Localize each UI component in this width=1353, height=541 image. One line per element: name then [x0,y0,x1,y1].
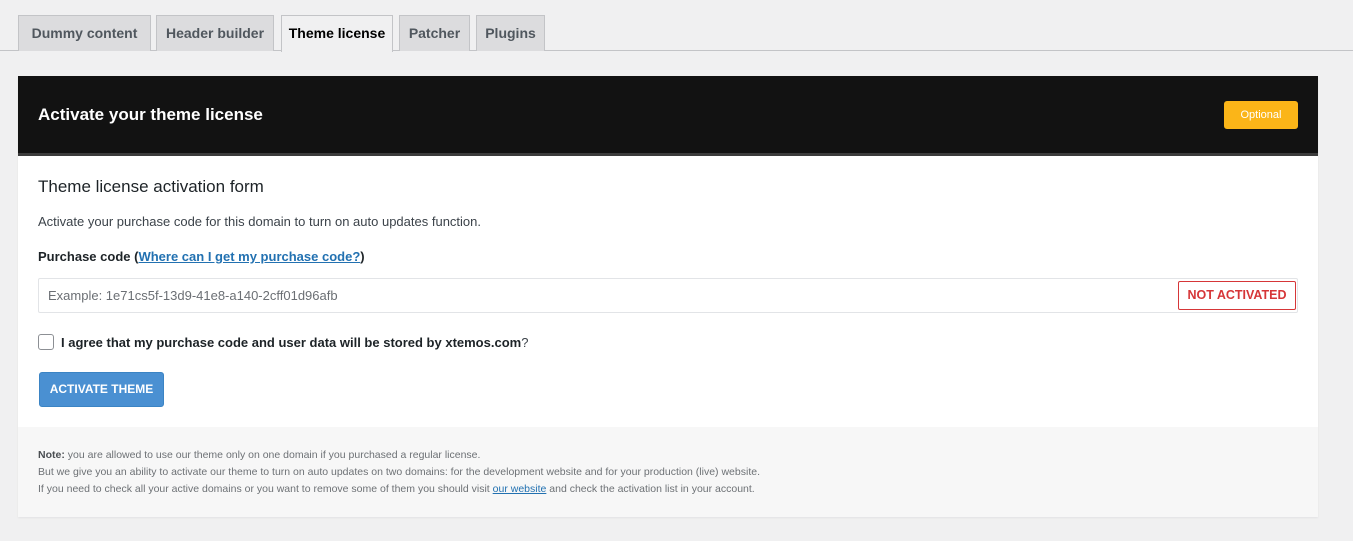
label-paren-close: ) [360,249,365,264]
note-line-3-before: If you need to check all your active dom… [38,483,493,495]
purchase-code-label-text: Purchase code [38,249,131,264]
note-line-2: But we give you an ability to activate o… [38,466,760,478]
form-description: Activate your purchase code for this dom… [38,214,481,229]
purchase-code-help-link[interactable]: Where can I get my purchase code? [138,249,360,264]
card-title: Activate your theme license [38,105,263,124]
note-line-3-after: and check the activation list in your ac… [546,483,755,495]
agree-checkbox[interactable] [38,334,54,350]
tab-patcher[interactable]: Patcher [399,15,470,51]
activate-theme-button[interactable]: ACTIVATE THEME [39,372,164,407]
note-section: Note: you are allowed to use our theme o… [18,427,1318,517]
agree-row: I agree that my purchase code and user d… [38,333,528,351]
purchase-code-input[interactable] [38,278,1298,313]
tab-header-builder[interactable]: Header builder [156,15,274,51]
optional-badge: Optional [1224,101,1298,129]
activation-status-badge: NOT ACTIVATED [1178,281,1296,310]
agree-label[interactable]: I agree that my purchase code and user d… [61,335,521,350]
card-header: Activate your theme license Optional [18,76,1318,156]
form-title: Theme license activation form [38,177,264,196]
note-line-1: Note: you are allowed to use our theme o… [38,449,480,461]
tab-dummy-content[interactable]: Dummy content [18,15,151,51]
note-line-3: If you need to check all your active dom… [38,483,755,495]
license-card: Activate your theme license Optional The… [18,76,1318,517]
note-line-1-text: you are allowed to use our theme only on… [64,449,481,461]
agree-label-suffix: ? [521,334,529,350]
tab-plugins[interactable]: Plugins [476,15,545,51]
our-website-link[interactable]: our website [493,483,547,495]
purchase-code-label: Purchase code (Where can I get my purcha… [38,249,365,264]
note-label: Note: [38,449,65,461]
tab-theme-license[interactable]: Theme license [281,15,393,52]
tab-bar: Dummy content Header builder Theme licen… [0,0,1353,52]
